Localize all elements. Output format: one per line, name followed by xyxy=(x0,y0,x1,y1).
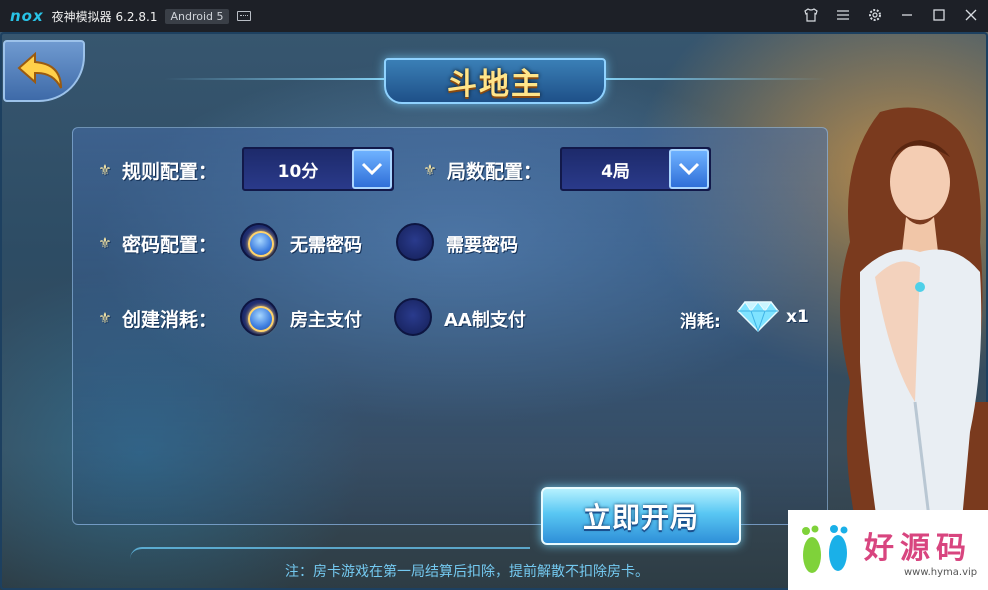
footprint-logo-icon xyxy=(802,525,848,573)
no-password-radio[interactable] xyxy=(240,223,278,261)
owner-pay-label[interactable]: 房主支付 xyxy=(290,306,362,332)
gear-icon[interactable] xyxy=(866,7,884,25)
chevron-down-icon xyxy=(678,162,700,176)
menu-icon[interactable] xyxy=(834,7,852,25)
rule-config-label: ⚜ 规则配置： xyxy=(96,156,217,184)
watermark-text: 好源码 www.hyma.vip xyxy=(864,523,977,578)
start-game-button[interactable]: 立即开局 xyxy=(541,487,741,545)
start-game-label: 立即开局 xyxy=(582,501,699,534)
cost-label: 消耗: xyxy=(680,312,721,332)
password-config-label: ⚜ 密码配置： xyxy=(96,229,217,257)
close-icon[interactable] xyxy=(962,7,980,25)
game-viewport: 斗地主 ⚜ 规则配置： 10分 ⚜ 局数配置： 4局 ⚜ 密码配置： 无需密码 … xyxy=(0,32,988,590)
keyboard-icon[interactable] xyxy=(236,11,251,21)
diamond-icon xyxy=(737,301,779,332)
aa-pay-radio[interactable] xyxy=(394,298,432,336)
fleur-icon: ⚜ xyxy=(98,234,112,252)
rule-select[interactable]: 10分 xyxy=(242,147,394,191)
rounds-config-label-text: 局数配置： xyxy=(447,160,543,183)
maximize-icon[interactable] xyxy=(930,7,948,25)
back-button[interactable] xyxy=(3,40,85,102)
rule-select-value: 10分 xyxy=(277,161,319,182)
aa-pay-label[interactable]: AA制支付 xyxy=(444,306,526,332)
shirt-icon[interactable] xyxy=(802,7,820,25)
window-title: 夜神模拟器 6.2.8.1 xyxy=(51,9,158,24)
minimize-icon[interactable] xyxy=(898,7,916,25)
fleur-icon: ⚜ xyxy=(98,161,112,179)
watermark: 好源码 www.hyma.vip xyxy=(788,510,988,590)
title-plate: 斗地主 xyxy=(164,58,606,104)
window-controls xyxy=(802,0,980,32)
owner-pay-radio[interactable] xyxy=(240,298,278,336)
watermark-url: www.hyma.vip xyxy=(904,566,978,578)
need-password-radio[interactable] xyxy=(396,223,434,261)
emulator-title-bar: nox 夜神模拟器 6.2.8.1 Android 5 xyxy=(0,0,988,32)
fleur-icon: ⚜ xyxy=(98,309,112,327)
watermark-brand: 好源码 xyxy=(864,530,972,566)
rounds-select[interactable]: 4局 xyxy=(560,147,711,191)
rounds-select-value: 4局 xyxy=(601,161,630,182)
consumption-config-label: ⚜ 创建消耗： xyxy=(96,304,217,332)
chevron-down-icon xyxy=(361,162,383,176)
cost-value: x1 xyxy=(786,307,809,327)
rule-dropdown-button[interactable] xyxy=(352,149,392,189)
no-password-label[interactable]: 无需密码 xyxy=(290,231,362,257)
android-version-badge: Android 5 xyxy=(165,8,229,24)
page-title: 斗地主 xyxy=(447,67,543,102)
consumption-config-label-text: 创建消耗： xyxy=(122,308,218,331)
rounds-dropdown-button[interactable] xyxy=(669,149,709,189)
rule-config-label-text: 规则配置： xyxy=(122,160,218,183)
need-password-label[interactable]: 需要密码 xyxy=(446,231,518,257)
rounds-config-label: ⚜ 局数配置： xyxy=(421,156,542,184)
password-config-label-text: 密码配置： xyxy=(122,233,218,256)
back-arrow-icon xyxy=(17,51,62,89)
hostess-character-illustration xyxy=(840,107,988,542)
fleur-icon: ⚜ xyxy=(423,161,437,179)
room-card-note: 注：房卡游戏在第一局结算后扣除，提前解散不扣除房卡。 xyxy=(285,564,649,580)
nox-logo: nox xyxy=(10,7,44,25)
